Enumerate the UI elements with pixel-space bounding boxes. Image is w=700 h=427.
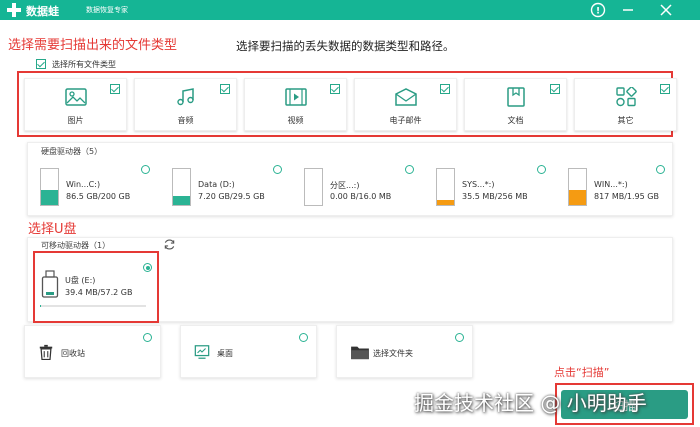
email-icon (394, 88, 417, 106)
drive-sys-radio[interactable] (537, 165, 546, 174)
drive-usage-fill (437, 199, 454, 205)
instruction-text: 选择要扫描的丢失数据的数据类型和路径。 (236, 39, 455, 53)
location-label: 选择文件夹 (373, 349, 413, 358)
drive-c[interactable]: Win...C:) 86.5 GB/200 GB (40, 168, 150, 208)
annotation-click-scan: 点击“扫描” (554, 366, 610, 379)
location-label: 回收站 (61, 349, 85, 358)
annotation-select-types: 选择需要扫描出来的文件类型 (8, 38, 178, 53)
drive-win[interactable]: WIN...*:) 817 MB/1.95 GB (568, 168, 678, 208)
usb-drive-icon (41, 270, 59, 298)
recycle-bin-icon (39, 344, 53, 360)
file-type-image[interactable]: 图片 (24, 78, 127, 131)
drive-sys[interactable]: SYS...*:) 35.5 MB/256 MB (436, 168, 546, 208)
file-type-other-checkbox[interactable] (660, 84, 670, 94)
music-icon (176, 88, 194, 106)
help-icon[interactable]: ! (590, 2, 606, 18)
select-all-checkbox[interactable] (36, 59, 46, 69)
app-logo-icon (7, 3, 21, 17)
file-type-label: 图片 (67, 116, 84, 125)
drive-c-radio[interactable] (141, 165, 150, 174)
drive-name: 分区...:) (330, 181, 360, 190)
file-type-other[interactable]: 其它 (574, 78, 677, 131)
file-type-image-checkbox[interactable] (110, 84, 120, 94)
video-icon (284, 88, 307, 106)
app-name: 数据蛙 (26, 5, 59, 18)
drive-icon (304, 168, 323, 206)
drive-usage-fill (41, 189, 58, 205)
location-desktop-radio[interactable] (299, 333, 308, 342)
refresh-icon[interactable] (163, 238, 176, 251)
file-type-video[interactable]: 视频 (244, 78, 347, 131)
document-icon (506, 87, 525, 107)
file-type-document[interactable]: 文档 (464, 78, 567, 131)
file-type-label: 文档 (507, 116, 524, 125)
watermark: 掘金技术社区 @ 小明助手 (414, 391, 647, 415)
file-type-document-checkbox[interactable] (550, 84, 560, 94)
drive-size: 86.5 GB/200 GB (66, 192, 131, 201)
drive-name: Win...C:) (66, 180, 101, 189)
select-all-label: 选择所有文件类型 (52, 60, 116, 69)
drive-size: 35.5 MB/256 MB (462, 192, 528, 201)
svg-text:!: ! (596, 7, 600, 17)
file-type-email[interactable]: 电子邮件 (354, 78, 457, 131)
app-subtitle: 数据恢复专家 (86, 6, 128, 14)
file-type-audio[interactable]: 音频 (134, 78, 237, 131)
desktop-icon (194, 345, 210, 359)
location-label: 桌面 (217, 349, 233, 358)
drive-partition-radio[interactable] (405, 165, 414, 174)
drive-size: 817 MB/1.95 GB (594, 192, 659, 201)
file-type-label: 视频 (287, 116, 304, 125)
drive-d-radio[interactable] (273, 165, 282, 174)
other-icon (615, 87, 637, 107)
drive-size: 0.00 B/16.0 MB (330, 192, 392, 201)
minimize-icon[interactable] (620, 2, 636, 18)
drive-icon (172, 168, 191, 206)
annotation-select-usb: 选择U盘 (28, 222, 77, 237)
folder-icon (351, 346, 369, 360)
file-type-email-checkbox[interactable] (440, 84, 450, 94)
usb-drive-size: 39.4 MB/57.2 GB (65, 288, 133, 297)
usb-drive-name: U盘 (E:) (65, 276, 96, 285)
usb-drive-usage-bar (40, 305, 146, 307)
file-type-label: 电子邮件 (389, 116, 422, 125)
location-recycle-bin[interactable]: 回收站 (24, 325, 161, 378)
drive-name: Data (D:) (198, 180, 235, 189)
location-select-folder[interactable]: 选择文件夹 (336, 325, 473, 378)
drive-usage-fill (173, 196, 190, 205)
file-type-video-checkbox[interactable] (330, 84, 340, 94)
drive-partition[interactable]: 分区...:) 0.00 B/16.0 MB (304, 168, 414, 208)
location-recycle-bin-radio[interactable] (143, 333, 152, 342)
file-type-audio-checkbox[interactable] (220, 84, 230, 94)
drive-icon (40, 168, 59, 206)
removable-title: 可移动驱动器（1） (41, 241, 111, 250)
file-type-label: 其它 (617, 116, 634, 125)
usb-drive-usage-fill (40, 305, 42, 307)
location-desktop[interactable]: 桌面 (180, 325, 317, 378)
drive-d[interactable]: Data (D:) 7.20 GB/29.5 GB (172, 168, 282, 208)
drive-name: SYS...*:) (462, 180, 495, 189)
usb-drive-radio[interactable] (143, 263, 152, 272)
file-type-label: 音频 (177, 116, 194, 125)
drive-icon (436, 168, 455, 206)
image-icon (64, 88, 87, 106)
drive-win-radio[interactable] (656, 165, 665, 174)
drive-icon (568, 168, 587, 206)
usb-drive[interactable]: U盘 (E:) 39.4 MB/57.2 GB (37, 255, 155, 319)
hard-drives-title: 硬盘驱动器（5） (41, 147, 103, 156)
drive-name: WIN...*:) (594, 180, 628, 189)
location-select-folder-radio[interactable] (455, 333, 464, 342)
drive-size: 7.20 GB/29.5 GB (198, 192, 265, 201)
drive-usage-fill (569, 189, 586, 205)
title-bar: 数据蛙 数据恢复专家 ! (0, 0, 700, 20)
close-icon[interactable] (658, 2, 674, 18)
